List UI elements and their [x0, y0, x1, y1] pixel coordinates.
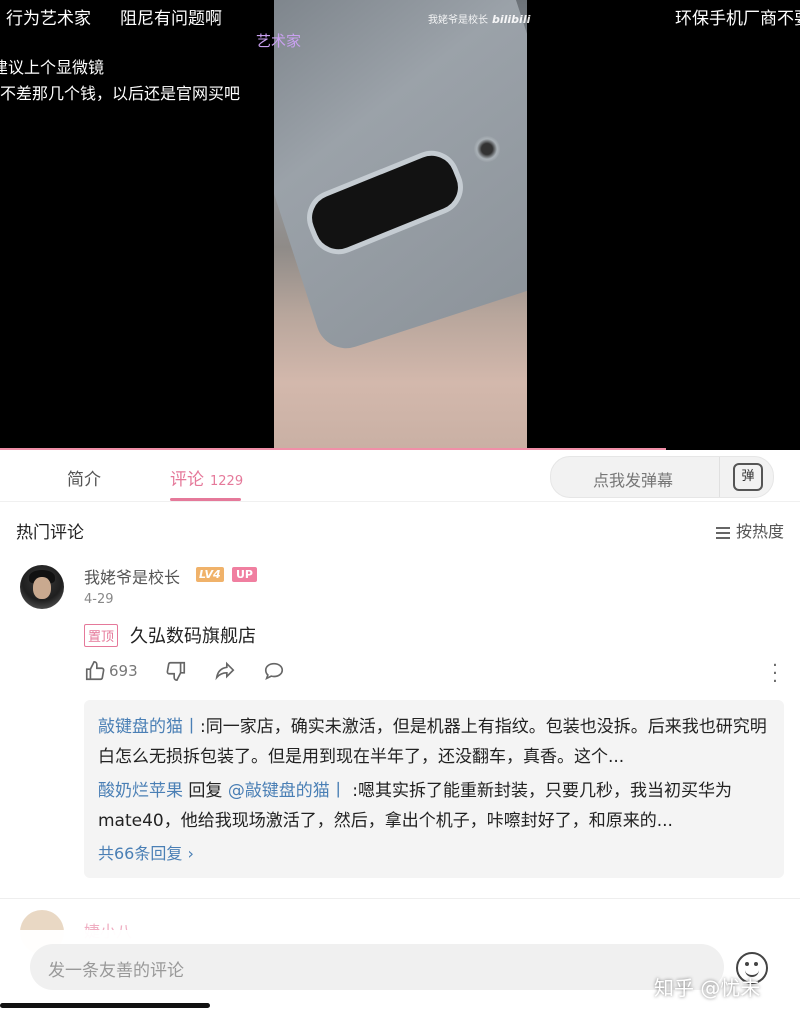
danmaku-item: 行为艺术家 [6, 9, 91, 29]
tab-comments[interactable]: 评论 1229 [170, 465, 243, 490]
zhihu-watermark: 知乎 @忧未 [654, 976, 761, 1000]
up-badge: UP [232, 567, 257, 582]
divider [719, 457, 720, 497]
danmaku-item: 环保手机厂商不要 [675, 9, 800, 29]
comments-count: 1229 [210, 474, 244, 489]
danmaku-item: 阻尼有问题啊 [120, 9, 222, 29]
sort-label: 按热度 [735, 522, 784, 541]
reply-item[interactable]: 敲键盘的猫丨:同一家店，确实未激活，但是机器上有指纹。包装也没拆。后来我也研究明… [98, 712, 774, 772]
thumbs-down-icon [166, 661, 186, 681]
share-button[interactable] [213, 660, 237, 688]
comment-username[interactable]: 我姥爷是校长 [84, 564, 180, 588]
list-icon [715, 524, 730, 542]
video-player[interactable]: 我姥爷是校长 bilibili 行为艺术家 阻尼有问题啊 艺术家 环保手机厂商不要… [0, 0, 800, 450]
home-indicator [0, 1003, 210, 1008]
like-count: 693 [109, 662, 138, 680]
section-title: 热门评论 [16, 523, 84, 543]
active-tab-indicator [170, 498, 241, 501]
view-more-label: 共66条回复 [98, 844, 183, 863]
reply-button[interactable] [262, 660, 286, 688]
comment-input-placeholder: 发一条友善的评论 [48, 961, 184, 981]
divider [0, 898, 800, 899]
share-icon [215, 661, 235, 681]
comment-input[interactable]: 发一条友善的评论 [30, 944, 724, 990]
comment-bubble-icon [264, 662, 284, 680]
reply-mention[interactable]: @敲键盘的猫丨 [228, 781, 347, 801]
comment-text: 久弘数码旗舰店 [130, 626, 256, 647]
comment-date: 4-29 [84, 592, 114, 607]
chevron-right-icon: › [187, 844, 194, 863]
bilibili-logo: bilibili [492, 13, 531, 26]
danmaku-item: 不差那几个钱，以后还是官网买吧 [0, 84, 241, 103]
reply-author[interactable]: 敲键盘的猫丨 [98, 717, 200, 737]
video-progress-bar[interactable] [0, 448, 666, 450]
view-all-replies-link[interactable]: 共66条回复 › [98, 840, 194, 864]
dislike-button[interactable] [165, 660, 187, 688]
danmaku-item: 艺术家 [256, 32, 302, 50]
screw-image [474, 136, 500, 162]
pinned-tag: 置顶 [84, 624, 119, 647]
danmaku-item: 建议上个显微镜 [0, 58, 105, 77]
reply-author[interactable]: 酸奶烂苹果 [98, 781, 183, 801]
reply-preview-box[interactable]: 敲键盘的猫丨:同一家店，确实未激活，但是机器上有指纹。包装也没拆。后来我也研究明… [84, 700, 784, 878]
level-badge: LV4 [196, 567, 224, 582]
tab-intro[interactable]: 简介 [67, 465, 101, 490]
like-button[interactable]: 693 [84, 660, 138, 688]
sort-button[interactable]: 按热度 [715, 518, 784, 542]
tab-comments-label: 评论 [170, 470, 204, 490]
watermark-text: 我姥爷是校长 [428, 15, 488, 26]
thumbs-up-icon [85, 661, 105, 681]
more-options-icon[interactable]: · · · [770, 657, 780, 691]
avatar[interactable] [20, 565, 64, 609]
video-watermark: 我姥爷是校长 bilibili [428, 11, 530, 26]
reply-word: 回复 [188, 781, 223, 801]
reply-item[interactable]: 酸奶烂苹果 回复 @敲键盘的猫丨 :嗯其实拆了能重新封装，只要几秒，我当初买华为… [98, 776, 774, 836]
danmaku-toggle-icon[interactable]: 弹 [733, 463, 763, 491]
danmaku-placeholder: 点我发弹幕 [593, 471, 674, 490]
danmaku-input[interactable]: 点我发弹幕 弹 [550, 456, 774, 498]
